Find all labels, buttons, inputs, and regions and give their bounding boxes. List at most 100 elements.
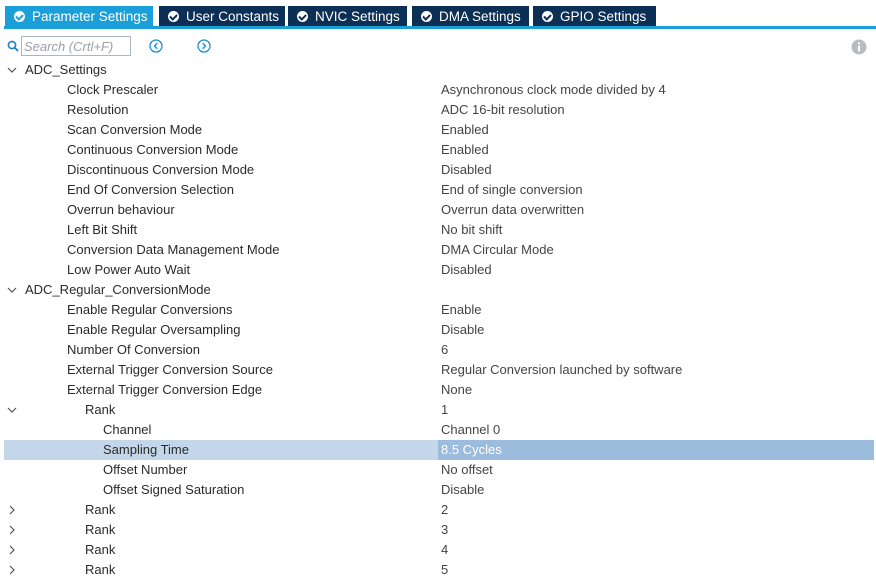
parameter-label: Overrun behaviour	[67, 202, 175, 217]
parameter-label: Rank	[85, 522, 116, 537]
chevron-down-icon[interactable]	[6, 284, 18, 296]
parameter-label: Left Bit Shift	[67, 222, 138, 237]
previous-match-button[interactable]	[149, 39, 163, 53]
parameter-value[interactable]: 4	[441, 542, 448, 558]
tree-row[interactable]: Enable Regular Oversampling Disable	[4, 320, 874, 340]
tree-row[interactable]: Left Bit Shift No bit shift	[4, 220, 874, 240]
parameter-value[interactable]: Disable	[441, 482, 484, 498]
parameter-value[interactable]: Overrun data overwritten	[441, 202, 584, 218]
parameter-label: Clock Prescaler	[67, 82, 159, 97]
parameter-label: Sampling Time	[103, 442, 189, 457]
tree-row[interactable]: Enable Regular Conversions Enable	[4, 300, 874, 320]
check-circle-icon	[542, 11, 553, 22]
tree-row[interactable]: External Trigger Conversion Edge None	[4, 380, 874, 400]
parameter-value[interactable]: Enable	[441, 302, 481, 318]
parameter-value[interactable]: 1	[441, 402, 448, 418]
tree-row[interactable]: Overrun behaviour Overrun data overwritte…	[4, 200, 874, 220]
tree-row[interactable]: Rank 2	[4, 500, 874, 520]
check-circle-icon	[14, 11, 25, 22]
group-label: ADC_Settings	[25, 62, 107, 77]
parameter-value[interactable]: Disabled	[441, 162, 492, 178]
check-circle-icon	[168, 11, 179, 22]
chevron-right-icon[interactable]	[6, 564, 18, 576]
tree-row[interactable]: Rank 3	[4, 520, 874, 540]
parameter-label: Channel	[103, 422, 152, 437]
parameter-label: Enable Regular Oversampling	[67, 322, 241, 337]
tree-row[interactable]: Rank 1	[4, 400, 874, 420]
parameter-value[interactable]: DMA Circular Mode	[441, 242, 554, 258]
tree-row[interactable]: Number Of Conversion 6	[4, 340, 874, 360]
parameter-label: Continuous Conversion Mode	[67, 142, 239, 157]
chevron-down-icon[interactable]	[6, 64, 18, 76]
tree-group-row[interactable]: ADC_Regular_ConversionMode	[4, 280, 874, 300]
tree-row[interactable]: Sampling Time 8.5 Cycles	[4, 440, 874, 460]
parameter-value[interactable]: Regular Conversion launched by software	[441, 362, 682, 378]
parameter-label: Rank	[85, 402, 116, 417]
chevron-right-icon[interactable]	[6, 544, 18, 556]
info-icon[interactable]	[851, 39, 867, 55]
tab-gpio-settings[interactable]: GPIO Settings	[533, 6, 656, 27]
parameter-label: Rank	[85, 562, 116, 577]
tree-row[interactable]: Scan Conversion Mode Enabled	[4, 120, 874, 140]
parameter-value[interactable]: None	[441, 382, 472, 398]
tree-row[interactable]: Offset Number No offset	[4, 460, 874, 480]
parameter-value[interactable]: Disabled	[441, 262, 492, 278]
parameter-value[interactable]: Enabled	[441, 142, 489, 158]
chevron-right-icon[interactable]	[6, 524, 18, 536]
parameter-value[interactable]: ADC 16-bit resolution	[441, 102, 565, 118]
tab-nvic-settings[interactable]: NVIC Settings	[288, 6, 407, 27]
tree-row[interactable]: Discontinuous Conversion Mode Disabled	[4, 160, 874, 180]
parameter-label: Scan Conversion Mode	[67, 122, 203, 137]
parameter-value[interactable]: Disable	[441, 322, 484, 338]
parameter-label: External Trigger Conversion Edge	[67, 382, 263, 397]
tree-row[interactable]: Rank 5	[4, 560, 874, 580]
tab-label: NVIC Settings	[315, 9, 400, 24]
search-input[interactable]	[21, 36, 131, 56]
check-circle-icon	[297, 11, 308, 22]
parameter-value[interactable]: 5	[441, 562, 448, 578]
tab-dma-settings[interactable]: DMA Settings	[412, 6, 529, 27]
tree-row[interactable]: Resolution ADC 16-bit resolution	[4, 100, 874, 120]
parameter-label: Offset Number	[103, 462, 188, 477]
selected-value-cell[interactable]	[438, 440, 874, 460]
parameter-label: Resolution	[67, 102, 129, 117]
tree-row[interactable]: Channel Channel 0	[4, 420, 874, 440]
tab-label: GPIO Settings	[560, 9, 647, 24]
parameter-label: Enable Regular Conversions	[67, 302, 233, 317]
tab-bar: Parameter Settings User Constants NVIC S…	[0, 0, 876, 30]
parameter-value[interactable]: No bit shift	[441, 222, 502, 238]
chevron-down-icon[interactable]	[6, 404, 18, 416]
parameter-value[interactable]: 3	[441, 522, 448, 538]
tree-row[interactable]: Offset Signed Saturation Disable	[4, 480, 874, 500]
tab-label: User Constants	[186, 9, 280, 24]
tree-row[interactable]: Rank 4	[4, 540, 874, 560]
tab-label: DMA Settings	[439, 9, 521, 24]
tree-row[interactable]: Conversion Data Management Mode DMA Circu…	[4, 240, 874, 260]
parameter-value[interactable]: End of single conversion	[441, 182, 583, 198]
parameter-value[interactable]: 6	[441, 342, 448, 358]
next-match-button[interactable]	[197, 39, 211, 53]
parameter-value[interactable]: No offset	[441, 462, 493, 478]
tab-parameter-settings[interactable]: Parameter Settings	[5, 6, 153, 27]
parameter-label: Low Power Auto Wait	[67, 262, 191, 277]
tab-label: Parameter Settings	[32, 9, 148, 24]
check-circle-icon	[421, 11, 432, 22]
parameter-value[interactable]: 8.5 Cycles	[441, 442, 502, 458]
parameter-label: Conversion Data Management Mode	[67, 242, 280, 257]
parameter-value[interactable]: Channel 0	[441, 422, 500, 438]
parameter-value[interactable]: Enabled	[441, 122, 489, 138]
tree-row[interactable]: End Of Conversion Selection End of single…	[4, 180, 874, 200]
chevron-right-icon[interactable]	[6, 504, 18, 516]
tree-row[interactable]: External Trigger Conversion Source Regula…	[4, 360, 874, 380]
tree-row[interactable]: Low Power Auto Wait Disabled	[4, 260, 874, 280]
tab-user-constants[interactable]: User Constants	[159, 6, 285, 27]
parameter-value[interactable]: Asynchronous clock mode divided by 4	[441, 82, 666, 98]
parameter-value[interactable]: 2	[441, 502, 448, 518]
tree-row[interactable]: Continuous Conversion Mode Enabled	[4, 140, 874, 160]
parameter-label: Number Of Conversion	[67, 342, 200, 357]
group-label: ADC_Regular_ConversionMode	[25, 282, 211, 297]
parameter-label: Rank	[85, 542, 116, 557]
parameter-label: End Of Conversion Selection	[67, 182, 234, 197]
tree-group-row[interactable]: ADC_Settings	[4, 60, 874, 80]
tree-row[interactable]: Clock Prescaler Asynchronous clock mode d…	[4, 80, 874, 100]
